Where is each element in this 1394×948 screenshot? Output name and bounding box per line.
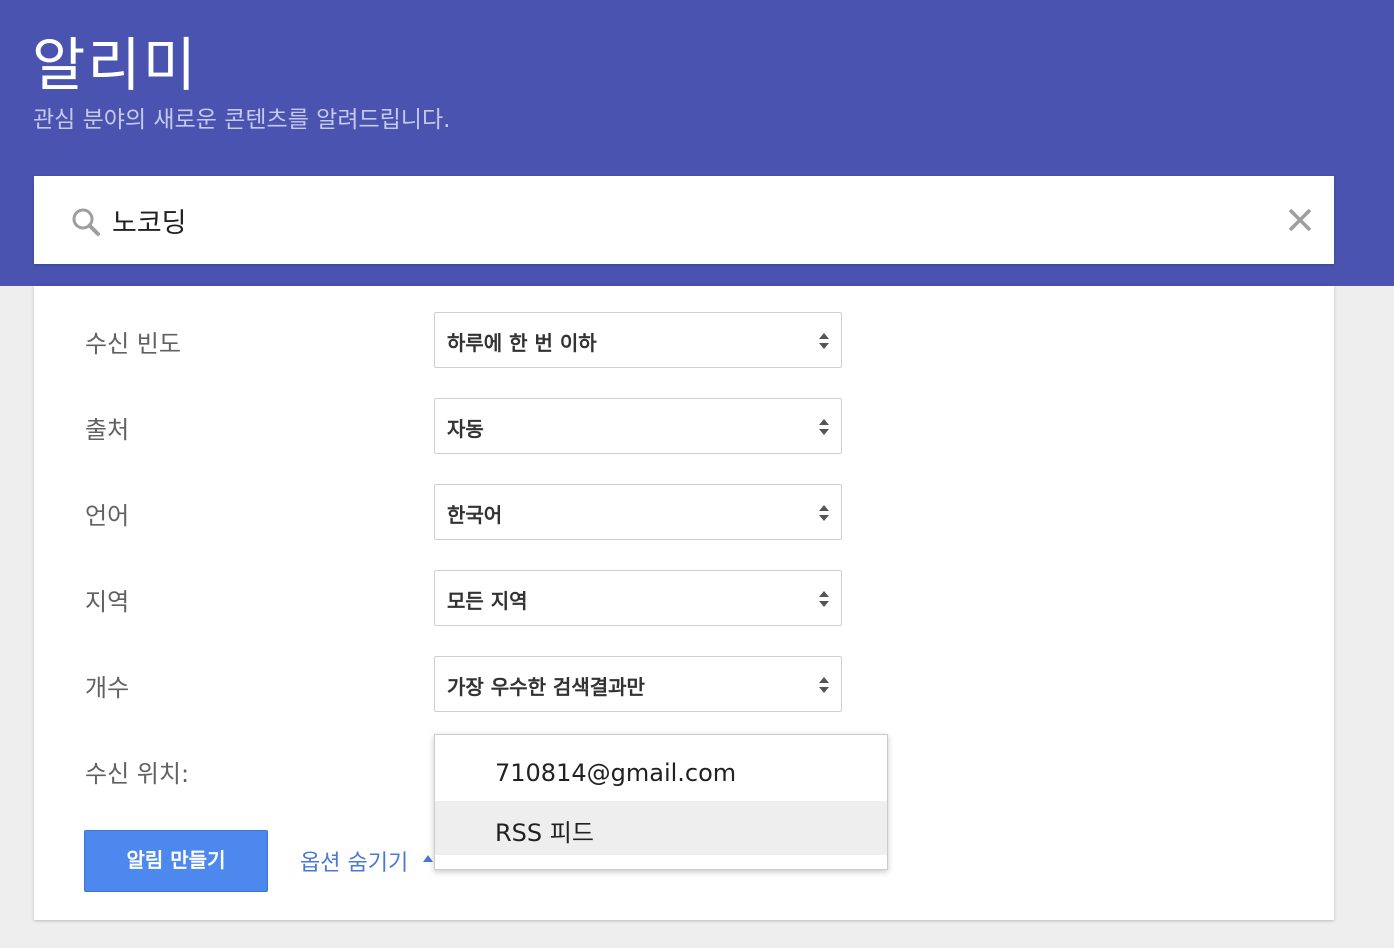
search-icon — [72, 208, 100, 236]
close-icon[interactable] — [1286, 206, 1314, 234]
source-value: 자동 — [447, 417, 484, 441]
region-select[interactable]: 모든 지역 — [434, 570, 842, 626]
create-alert-button[interactable]: 알림 만들기 — [84, 830, 268, 892]
source-select[interactable]: 자동 — [434, 398, 842, 454]
caret-up-icon — [423, 855, 433, 862]
language-select[interactable]: 한국어 — [434, 484, 842, 540]
region-label: 지역 — [85, 588, 130, 616]
count-select[interactable]: 가장 우수한 검색결과만 — [434, 656, 842, 712]
delivery-option-email[interactable]: 710814@gmail.com — [435, 747, 887, 801]
hide-options-link[interactable]: 옵션 숨기기 — [300, 845, 408, 877]
delivery-label: 수신 위치: — [85, 760, 190, 788]
page-title: 알리미 — [32, 31, 199, 99]
select-arrows-icon — [819, 505, 829, 521]
select-arrows-icon — [819, 591, 829, 607]
language-value: 한국어 — [447, 503, 503, 527]
select-arrows-icon — [819, 677, 829, 693]
frequency-select[interactable]: 하루에 한 번 이하 — [434, 312, 842, 368]
count-value: 가장 우수한 검색결과만 — [447, 675, 645, 699]
page-subtitle: 관심 분야의 새로운 콘텐츠를 알려드립니다. — [33, 107, 451, 133]
search-box — [34, 176, 1334, 264]
search-input[interactable] — [112, 198, 1212, 242]
region-value: 모든 지역 — [447, 589, 528, 613]
language-label: 언어 — [85, 502, 130, 530]
count-label: 개수 — [85, 674, 130, 702]
frequency-label: 수신 빈도 — [85, 330, 181, 358]
select-arrows-icon — [819, 333, 829, 349]
delivery-dropdown: 710814@gmail.com RSS 피드 — [434, 734, 888, 870]
select-arrows-icon — [819, 419, 829, 435]
delivery-option-rss[interactable]: RSS 피드 — [435, 801, 887, 855]
source-label: 출처 — [85, 416, 130, 444]
frequency-value: 하루에 한 번 이하 — [447, 331, 597, 355]
